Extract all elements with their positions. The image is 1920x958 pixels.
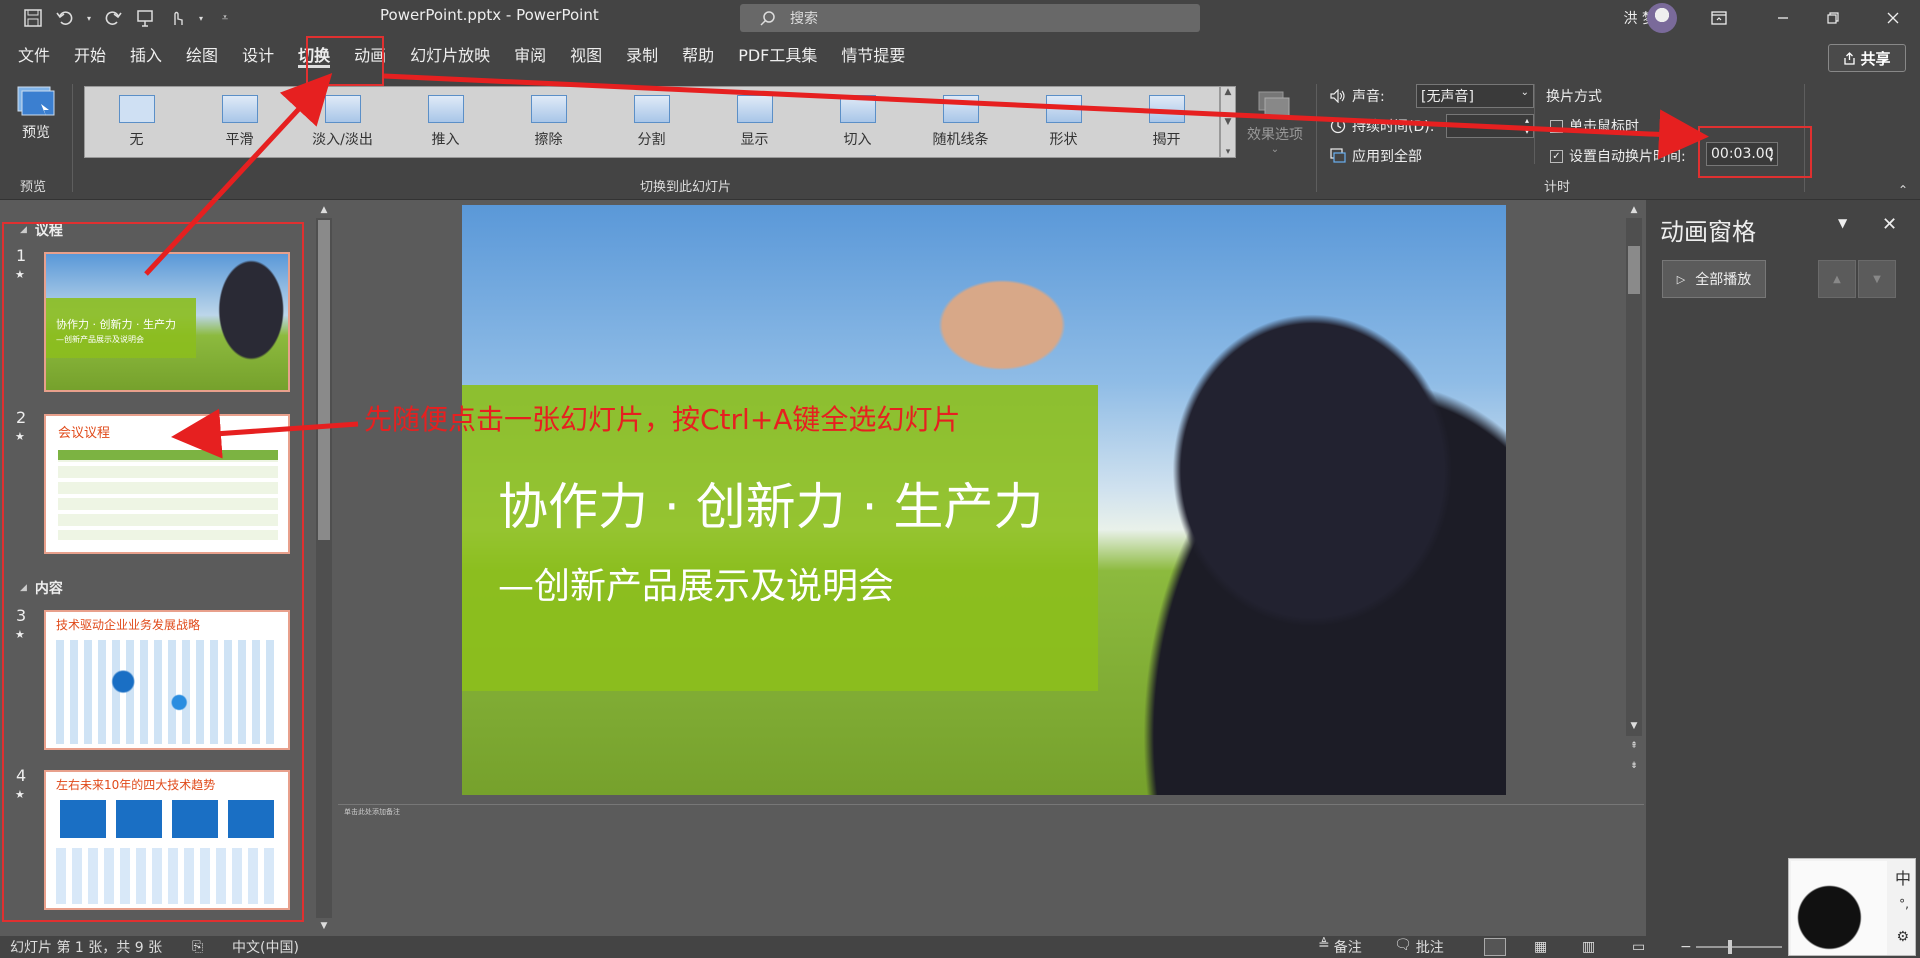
- arrow-to-tab: [144, 72, 333, 276]
- ime-widget[interactable]: 中 °, ⚙: [1788, 858, 1916, 956]
- ime-punctuation[interactable]: °,: [1899, 897, 1909, 911]
- arrow-to-time: [383, 73, 1709, 160]
- instruction-annotation: 先随便点击一张幻灯片，按Ctrl+A键全选幻灯片: [364, 403, 961, 436]
- cat-mascot-image: [1791, 861, 1887, 955]
- ime-mode[interactable]: 中: [1895, 865, 1911, 889]
- annotation-arrows: [144, 72, 1709, 459]
- arrow-to-slide: [171, 408, 359, 459]
- ime-settings-icon[interactable]: ⚙: [1896, 929, 1909, 945]
